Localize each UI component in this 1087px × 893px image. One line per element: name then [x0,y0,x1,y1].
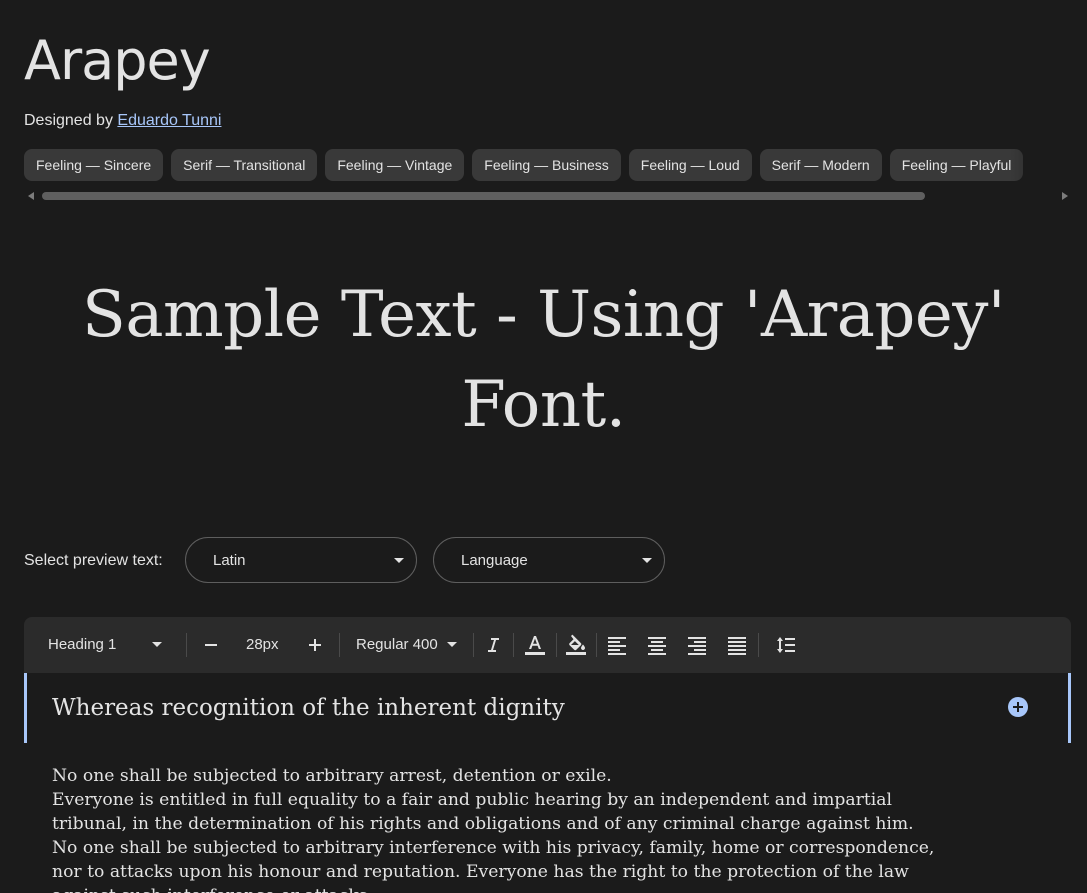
style-select[interactable]: Heading 1 [48,617,168,673]
body-line: No one shall be subjected to arbitrary a… [52,766,612,786]
toolbar-divider [473,633,474,657]
tag-chip[interactable]: Feeling — Playful [889,149,1024,181]
editor-heading-text[interactable]: Whereas recognition of the inherent dign… [52,691,565,725]
script-select-value: Latin [213,552,246,569]
font-size-value[interactable]: 28px [246,617,279,673]
scroll-right-arrow-icon[interactable] [1062,192,1068,200]
tags-scrollbar[interactable] [24,190,1072,202]
style-select-value: Heading 1 [48,636,117,653]
body-line: No one shall be subjected to arbitrary i… [52,838,935,858]
add-circle-icon[interactable] [1008,697,1028,717]
weight-select[interactable]: Regular 400 [356,617,466,673]
scroll-left-arrow-icon[interactable] [28,192,34,200]
editor-toolbar: Heading 1 28px Regular 400 [24,617,1071,673]
tag-chip[interactable]: Feeling — Business [472,149,621,181]
editor-heading-row[interactable]: Whereas recognition of the inherent dign… [24,673,1071,743]
toolbar-divider [186,633,187,657]
language-select-value: Language [461,552,528,569]
tag-chip[interactable]: Serif — Transitional [171,149,318,181]
toolbar-divider [596,633,597,657]
italic-icon[interactable] [481,633,505,657]
font-specimen-page: Arapey Designed by Eduardo Tunni Feeling… [0,0,1087,893]
toolbar-divider [758,633,759,657]
language-select[interactable]: Language [433,537,665,583]
editor-body-text[interactable]: No one shall be subjected to arbitrary a… [52,764,952,893]
align-left-icon[interactable] [605,633,629,657]
weight-select-value: Regular 400 [356,636,438,653]
designer-link[interactable]: Eduardo Tunni [117,112,221,129]
script-select[interactable]: Latin [185,537,417,583]
toolbar-divider [513,633,514,657]
line-spacing-icon[interactable] [774,633,798,657]
text-color-icon[interactable] [523,633,547,657]
toolbar-divider [339,633,340,657]
body-line: tribunal, in the determination of his ri… [52,814,914,834]
tag-chip[interactable]: Feeling — Loud [628,149,752,181]
chevron-down-icon [152,642,162,647]
hero-sample-text: Sample Text - Using 'Arapey' Font. [82,278,1006,442]
font-title: Arapey [24,29,211,92]
body-line: nor to attacks upon his honour and reput… [52,862,909,882]
body-line: Everyone is entitled in full equality to… [52,790,892,810]
scrollbar-thumb[interactable] [42,192,925,200]
body-line: against such interference or attacks. [52,884,952,893]
highlight-color-icon[interactable] [564,633,588,657]
tag-chip[interactable]: Serif — Modern [759,149,882,181]
minus-icon[interactable] [199,633,223,657]
plus-icon[interactable] [303,633,327,657]
tag-chip[interactable]: Feeling — Vintage [325,149,465,181]
tag-list: Feeling — Sincere Serif — Transitional F… [24,149,1064,181]
chevron-down-icon [642,558,652,563]
align-center-icon[interactable] [645,633,669,657]
designer-line: Designed by Eduardo Tunni [24,110,221,132]
preview-text-label: Select preview text: [24,552,163,569]
toolbar-divider [556,633,557,657]
tag-chip[interactable]: Feeling — Sincere [24,149,164,181]
chevron-down-icon [394,558,404,563]
align-right-icon[interactable] [685,633,709,657]
designed-by-label: Designed by [24,112,113,129]
align-justify-icon[interactable] [725,633,749,657]
chevron-down-icon [447,642,457,647]
